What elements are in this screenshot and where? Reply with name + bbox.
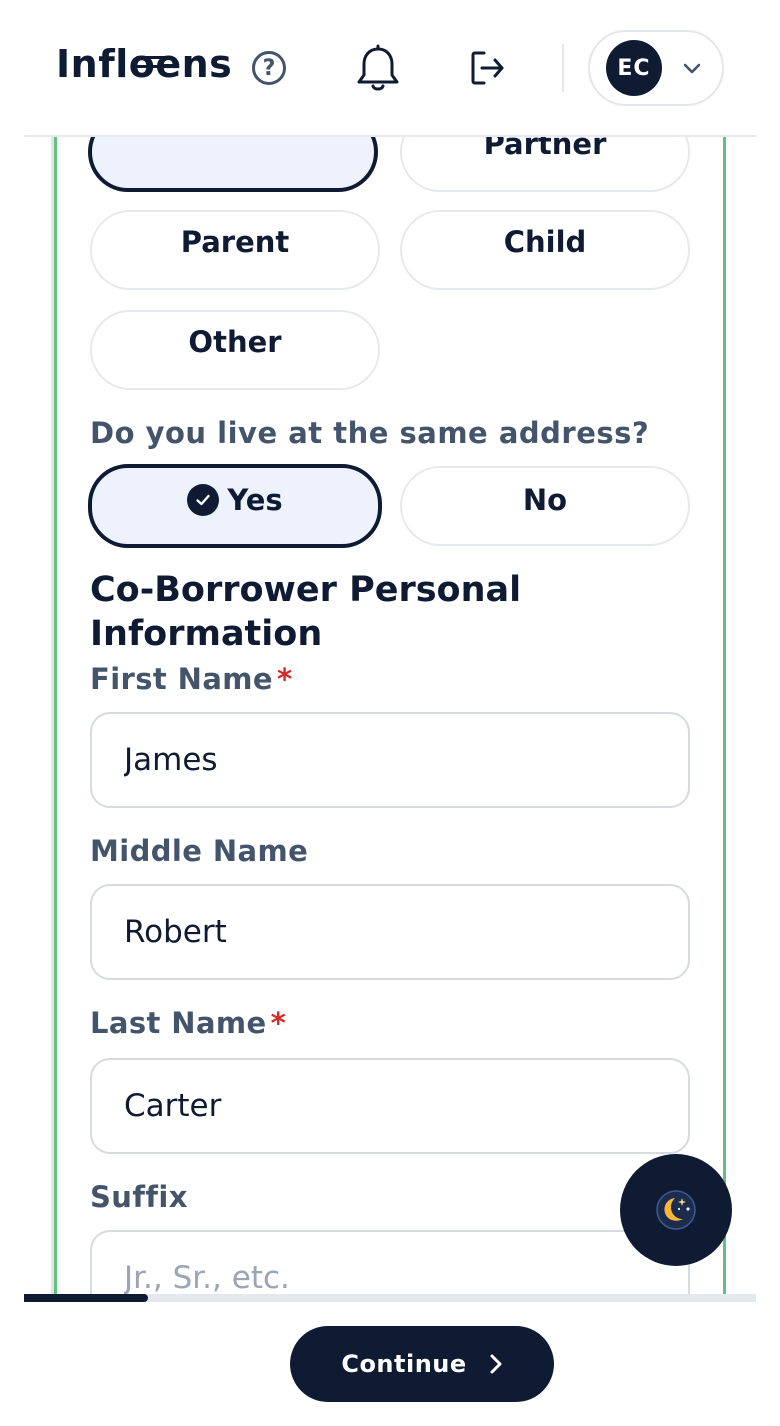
middle-name-input[interactable] [90,884,690,980]
logout-icon[interactable] [468,48,508,88]
middle-name-label: Middle Name [90,834,309,868]
relationship-option-label: Parent [180,225,290,259]
required-indicator: * [270,1006,287,1040]
relationship-option-label: Child [503,225,587,259]
section-title: Co-Borrower Personal Information [90,570,522,654]
help-circle-icon[interactable]: ? [252,51,286,85]
continue-button[interactable]: Continue [290,1326,554,1402]
same-address-no-label: No [522,483,568,517]
first-name-label: First Name * [90,662,293,696]
continue-label: Continue [341,1350,467,1378]
last-name-label: Last Name * [90,1006,287,1040]
progress-fill [24,1294,149,1302]
moon-stars-icon [656,1190,696,1230]
menu-icon[interactable] [136,56,166,80]
bell-icon[interactable] [354,44,402,94]
top-header: Infloens ? EC [24,0,756,137]
first-name-input[interactable] [90,712,690,808]
relationship-option-parent[interactable]: Parent [90,210,380,290]
progress-bar [24,1294,756,1302]
footer-bar: Continue [24,1302,756,1426]
form-scroll-area[interactable]: Partner Parent Child Other Do you live a… [24,0,756,1300]
last-name-input[interactable] [90,1058,690,1154]
required-indicator: * [277,662,293,696]
same-address-no-button[interactable]: No [400,466,690,546]
same-address-yes-button[interactable]: Yes [88,464,382,548]
relationship-option-label: Other [188,325,282,359]
relationship-option-other[interactable]: Other [90,310,380,390]
theme-toggle-button[interactable] [620,1154,732,1266]
same-address-yes-label: Yes [227,483,283,517]
user-menu-button[interactable]: EC [588,30,724,106]
suffix-input[interactable] [90,1230,690,1300]
avatar: EC [606,40,662,96]
suffix-label: Suffix [90,1180,188,1214]
check-circle-icon [187,484,220,516]
chevron-right-icon [490,1354,502,1374]
app-frame: Partner Parent Child Other Do you live a… [24,0,756,1426]
chevron-down-icon [683,63,701,74]
header-divider [562,44,564,92]
same-address-question: Do you live at the same address? [90,416,650,450]
relationship-option-child[interactable]: Child [400,210,690,290]
